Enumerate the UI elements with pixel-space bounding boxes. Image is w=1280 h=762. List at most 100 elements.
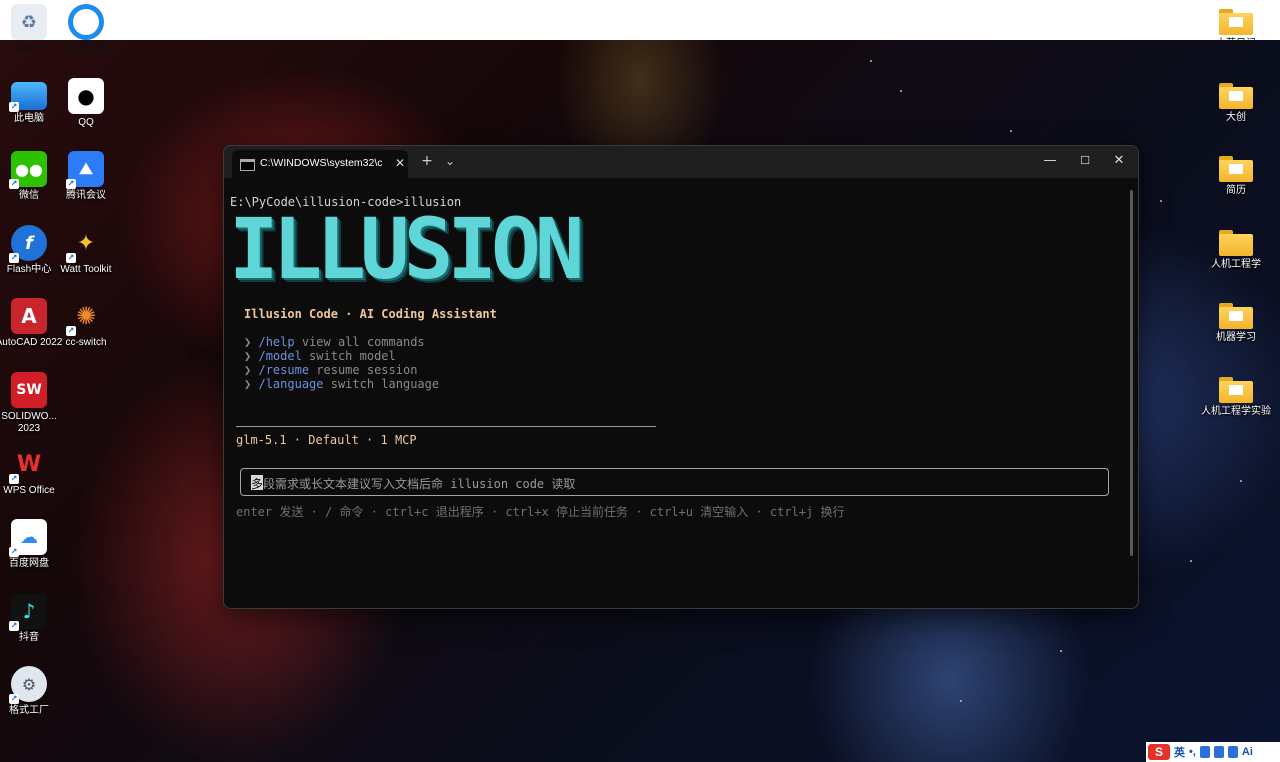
system-tray: S 英 •, Ai — [1146, 742, 1280, 762]
desktop-folder-label: 简历 — [1226, 185, 1246, 196]
minimize-button[interactable]: — — [1033, 150, 1067, 172]
desktop-icon-label: QQ浏览器 — [63, 43, 109, 54]
chevron-right-icon: ❯ — [244, 349, 252, 363]
folder-icon — [1219, 156, 1253, 182]
command-hint-model: ❯ /model switch model — [244, 349, 396, 363]
keyboard-icon[interactable] — [1213, 746, 1224, 758]
star — [1190, 560, 1192, 562]
desktop-icon-label: QQ — [78, 117, 94, 128]
desktop-folder[interactable]: 小芸日记 — [1199, 4, 1273, 50]
command-name: /resume — [258, 363, 310, 377]
desktop-icon-solidworks[interactable]: SW SOLIDWO... 2023 — [0, 372, 66, 435]
star — [960, 700, 962, 702]
desktop-folder[interactable]: 简历 — [1199, 151, 1273, 197]
input-placeholder-text: 段需求或长文本建议写入文档后命 illusion code 读取 — [263, 477, 576, 491]
desktop-folder[interactable]: 人机工程学实验 — [1199, 372, 1273, 418]
qq-browser-icon — [68, 4, 104, 40]
desktop-icon-watt-toolkit[interactable]: ✦ ↗ Watt Toolkit — [49, 225, 123, 276]
desktop-icon-label: SOLIDWO... 2023 — [1, 411, 57, 434]
keyboard-hints: enter 发送 · / 命令 · ctrl+c 退出程序 · ctrl+x 停… — [236, 505, 845, 519]
new-tab-button[interactable]: + — [415, 152, 439, 172]
desktop-icon-label: 百度网盘 — [9, 558, 49, 569]
qq-penguin-icon: ● — [68, 78, 104, 114]
desktop-icon-label: WPS Office — [3, 485, 55, 496]
desktop-icon-format-factory[interactable]: ⚙ ↗ 格式工厂 — [0, 666, 66, 717]
command-name: /model — [258, 349, 302, 363]
douyin-icon: ♪ ↗ — [9, 593, 47, 631]
terminal-scrollbar[interactable] — [1130, 190, 1133, 556]
desktop-icon-label: Watt Toolkit — [60, 264, 112, 275]
desktop-icon-wps-office[interactable]: W ↗ WPS Office — [0, 446, 66, 497]
command-desc: resume session — [309, 363, 418, 377]
solidworks-icon: SW — [11, 372, 47, 408]
chevron-right-icon: ❯ — [244, 335, 252, 349]
tab-dropdown-chevron-icon[interactable]: ⌄ — [438, 152, 462, 172]
command-desc: view all commands — [294, 335, 425, 349]
close-window-button[interactable]: ✕ — [1102, 150, 1136, 172]
folder-icon — [1219, 377, 1253, 403]
ime-punctuation[interactable]: •, — [1189, 746, 1196, 758]
desktop-icon-qq[interactable]: ● QQ — [49, 78, 123, 129]
terminal-titlebar[interactable]: C:\WINDOWS\system32\cmd.e ✕ + ⌄ — ☐ ✕ — [224, 146, 1138, 178]
ai-assistant-button[interactable]: Ai — [1242, 746, 1253, 758]
ime-language-toggle[interactable]: 英 — [1174, 744, 1185, 760]
divider — [236, 426, 656, 427]
input-first-char: 多 — [251, 477, 264, 491]
desktop-icon-cc-switch[interactable]: ✺ ↗ cc-switch — [49, 298, 123, 349]
app-subtitle: Illusion Code · AI Coding Assistant — [244, 307, 497, 321]
command-hint-language: ❯ /language switch language — [244, 377, 439, 391]
desktop-folder-label: 小芸日记 — [1216, 38, 1256, 49]
maximize-button[interactable]: ☐ — [1068, 150, 1102, 172]
desktop-icon-douyin[interactable]: ♪ ↗ 抖音 — [0, 593, 66, 644]
desktop-top-strip — [0, 0, 1280, 40]
command-hint-help: ❯ /help view all commands — [244, 335, 425, 349]
desktop-folder[interactable]: 大创 — [1199, 78, 1273, 124]
terminal-tab-title: C:\WINDOWS\system32\cmd.e — [260, 157, 382, 169]
wechat-icon: ●● ↗ — [9, 151, 47, 189]
desktop-icon-baidu-netdisk[interactable]: ☁ ↗ 百度网盘 — [0, 519, 66, 570]
microphone-icon[interactable] — [1199, 746, 1210, 758]
desktop-icon-label: 腾讯会议 — [66, 190, 106, 201]
folder-icon — [1219, 230, 1253, 256]
desktop-icon-tencent-meeting[interactable]: ⛰ ↗ 腾讯会议 — [49, 151, 123, 202]
format-factory-icon: ⚙ ↗ — [9, 666, 47, 704]
banner-text: ILLUSION — [229, 200, 584, 298]
baidu-netdisk-icon: ☁ ↗ — [9, 519, 47, 557]
cmd-icon — [240, 159, 255, 171]
desktop-folder-label: 机器学习 — [1216, 332, 1256, 343]
prompt-input[interactable]: 多段需求或长文本建议写入文档后命 illusion code 读取 — [240, 468, 1109, 496]
star — [1160, 200, 1162, 202]
command-name: /language — [258, 377, 324, 391]
terminal-window[interactable]: C:\WINDOWS\system32\cmd.e ✕ + ⌄ — ☐ ✕ E:… — [223, 145, 1139, 609]
clothing-skin-icon[interactable] — [1227, 746, 1238, 758]
folder-icon — [1219, 9, 1253, 35]
terminal-tab[interactable]: C:\WINDOWS\system32\cmd.e ✕ — [232, 150, 408, 178]
chevron-right-icon: ❯ — [244, 363, 252, 377]
command-desc: switch language — [323, 377, 440, 391]
star — [1060, 650, 1062, 652]
desktop-folder-label: 大创 — [1226, 112, 1246, 123]
desktop-icon-label: cc-switch — [65, 337, 107, 348]
close-tab-icon[interactable]: ✕ — [392, 155, 408, 171]
desktop-icon-qq-browser[interactable]: QQ浏览器 — [49, 4, 123, 55]
watt-toolkit-icon: ✦ ↗ — [66, 230, 96, 263]
tencent-meeting-icon: ⛰ ↗ — [66, 151, 104, 189]
flash-icon: f ↗ — [9, 225, 47, 263]
input-placeholder: 多段需求或长文本建议写入文档后命 illusion code 读取 — [251, 475, 575, 492]
desktop-folder-label: 人机工程学 — [1211, 259, 1261, 270]
desktop-folder[interactable]: 人机工程学 — [1199, 225, 1273, 271]
folder-icon — [1219, 83, 1253, 109]
desktop-icon-label: 抖音 — [19, 632, 39, 643]
command-desc: switch model — [301, 349, 396, 363]
autocad-icon: A — [11, 298, 47, 334]
desktop-folder[interactable]: 机器学习 — [1199, 298, 1273, 344]
sogou-ime-icon[interactable]: S — [1148, 744, 1170, 760]
monitor-icon: ↗ — [9, 82, 47, 112]
command-name: /help — [258, 335, 295, 349]
desktop-icon-label: 格式工厂 — [9, 705, 49, 716]
star — [870, 60, 872, 62]
cc-switch-icon: ✺ ↗ — [66, 302, 97, 336]
wps-icon: W ↗ — [9, 451, 42, 484]
desktop-folder-label: 人机工程学实验 — [1201, 406, 1271, 417]
command-hint-resume: ❯ /resume resume session — [244, 363, 417, 377]
